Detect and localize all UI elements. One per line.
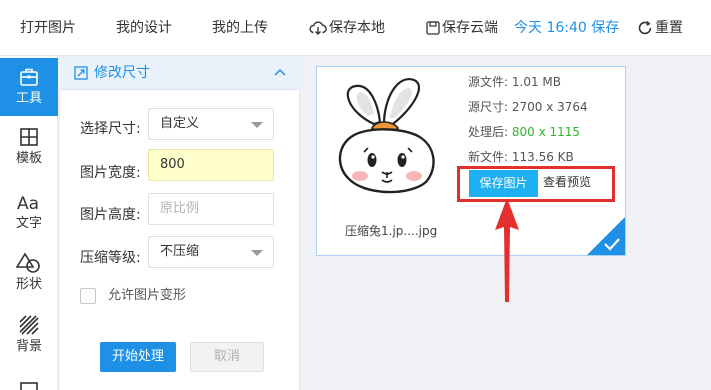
new-file-value: 113.56 KB bbox=[511, 150, 574, 164]
processed-size-row: 处理后: 800 x 1115 bbox=[468, 123, 580, 140]
processed-value: 800 x 1115 bbox=[511, 125, 581, 139]
source-size-label: 源尺寸: bbox=[468, 100, 509, 114]
top-toolbar: 打开图片 我的设计 我的上传 保存本地 保存云端 今天 16:40 保存 重置 bbox=[0, 0, 711, 56]
saved-status: 今天 16:40 保存 bbox=[514, 20, 620, 36]
save-local-label: 保存本地 bbox=[329, 20, 385, 36]
panel-title: 修改尺寸 bbox=[94, 65, 150, 81]
size-label: 选择尺寸: bbox=[80, 121, 141, 137]
my-upload-button[interactable]: 我的上传 bbox=[212, 0, 268, 56]
sidebar-item-label: 工具 bbox=[15, 91, 42, 106]
compress-select[interactable]: 不压缩 bbox=[148, 236, 274, 268]
reset-label: 重置 bbox=[655, 20, 683, 36]
allow-deform-label: 允许图片变形 bbox=[108, 288, 187, 303]
save-cloud-label: 保存云端 bbox=[442, 20, 498, 36]
rabbit-thumbnail[interactable] bbox=[318, 68, 453, 200]
result-card[interactable]: 源文件: 1.01 MB 源尺寸: 2700 x 3764 处理后: 800 x… bbox=[316, 66, 626, 256]
new-file-label: 新文件: bbox=[468, 150, 509, 164]
dropdown-caret-icon bbox=[251, 122, 263, 128]
sidebar-item-more[interactable] bbox=[0, 372, 58, 390]
sidebar-item-label: 形状 bbox=[15, 277, 42, 292]
image-icon bbox=[20, 382, 38, 390]
panel-header[interactable]: 修改尺寸 bbox=[60, 56, 300, 90]
sidebar-item-label: 背景 bbox=[15, 339, 42, 354]
template-grid-icon bbox=[20, 128, 38, 146]
background-stripes-icon bbox=[19, 315, 39, 335]
save-cloud-button[interactable]: 保存云端 bbox=[426, 0, 498, 56]
cancel-button: 取消 bbox=[190, 342, 264, 372]
left-sidebar: 工具 模板 Aa 文字 形状 背景 bbox=[0, 56, 58, 390]
my-design-label: 我的设计 bbox=[116, 20, 172, 36]
compress-select-value: 不压缩 bbox=[160, 244, 200, 259]
file-name: 压缩兔1.jp....jpg bbox=[345, 224, 438, 238]
svg-text:Aa: Aa bbox=[17, 194, 39, 214]
source-size-value: 2700 x 3764 bbox=[511, 100, 588, 114]
sidebar-item-label: 模板 bbox=[15, 151, 42, 166]
source-file-row: 源文件: 1.01 MB bbox=[468, 73, 561, 90]
resize-icon bbox=[74, 66, 88, 80]
open-image-button[interactable]: 打开图片 bbox=[20, 0, 76, 56]
my-upload-label: 我的上传 bbox=[212, 20, 268, 36]
sidebar-item-templates[interactable]: 模板 bbox=[0, 118, 58, 176]
source-file-label: 源文件: bbox=[468, 75, 509, 89]
sidebar-item-text[interactable]: Aa 文字 bbox=[0, 183, 58, 241]
save-disk-icon bbox=[426, 21, 440, 35]
compress-label: 压缩等级: bbox=[80, 250, 141, 266]
resize-panel: 修改尺寸 选择尺寸: 自定义 图片宽度: 800 图片高度: 原比例 压缩等级:… bbox=[60, 56, 300, 390]
refresh-icon bbox=[638, 20, 652, 35]
checkmark-icon bbox=[604, 238, 620, 251]
my-design-button[interactable]: 我的设计 bbox=[116, 0, 172, 56]
height-label: 图片高度: bbox=[80, 207, 141, 223]
sidebar-item-label: 文字 bbox=[15, 216, 42, 231]
width-label: 图片宽度: bbox=[80, 165, 141, 181]
save-local-button[interactable]: 保存本地 bbox=[309, 0, 385, 56]
source-size-row: 源尺寸: 2700 x 3764 bbox=[468, 98, 588, 115]
source-file-value: 1.01 MB bbox=[511, 75, 561, 89]
height-input[interactable]: 原比例 bbox=[148, 193, 274, 225]
sidebar-item-background[interactable]: 背景 bbox=[0, 306, 58, 364]
sidebar-item-tools[interactable]: 工具 bbox=[0, 58, 58, 116]
width-input[interactable]: 800 bbox=[148, 149, 274, 181]
text-aa-icon: Aa bbox=[17, 194, 39, 214]
chevron-up-icon[interactable] bbox=[274, 68, 286, 76]
new-file-row: 新文件: 113.56 KB bbox=[468, 148, 574, 165]
rabbit-illustration bbox=[338, 77, 435, 194]
shapes-icon bbox=[16, 252, 40, 273]
sidebar-item-shapes[interactable]: 形状 bbox=[0, 244, 58, 302]
highlight-box bbox=[457, 166, 615, 202]
cloud-download-icon bbox=[309, 21, 327, 35]
reset-button[interactable]: 重置 bbox=[637, 0, 683, 56]
dropdown-caret-icon bbox=[251, 250, 263, 256]
size-select-value: 自定义 bbox=[160, 116, 200, 131]
size-select[interactable]: 自定义 bbox=[148, 108, 274, 140]
toolbox-icon bbox=[20, 68, 38, 86]
allow-deform-checkbox[interactable] bbox=[80, 288, 96, 304]
start-processing-button[interactable]: 开始处理 bbox=[100, 342, 176, 372]
processed-label: 处理后: bbox=[468, 125, 509, 139]
red-arrow-annotation bbox=[495, 198, 519, 302]
open-image-label: 打开图片 bbox=[20, 20, 76, 36]
